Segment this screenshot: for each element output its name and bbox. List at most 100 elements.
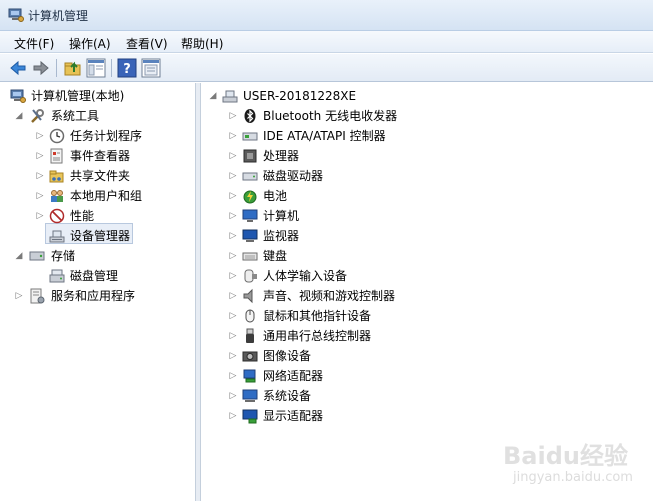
- tree-node-local-users[interactable]: ▷ 本地用户和组: [0, 186, 196, 206]
- storage-icon: [29, 251, 45, 261]
- tree-node-disk-management[interactable]: 磁盘管理: [0, 266, 196, 286]
- device-category-keyboards[interactable]: ▷ 键盘: [201, 246, 653, 266]
- device-category-monitors[interactable]: ▷ 监视器: [201, 226, 653, 246]
- navigation-tree-pane: 计算机管理(本地) ◢ 系统工具 ▷ 任务计划程序 ▷ 事件查看器 ▷ 共享文件…: [0, 83, 196, 501]
- device-manager-icon: [49, 230, 65, 243]
- collapsed-arrow-icon[interactable]: ▷: [228, 170, 238, 182]
- computer-management-icon: [8, 8, 24, 22]
- tools-icon: [31, 109, 44, 123]
- users-icon: [51, 190, 63, 202]
- collapsed-arrow-icon[interactable]: ▷: [228, 250, 238, 262]
- tree-label-performance: 性能: [70, 209, 95, 223]
- device-category-network[interactable]: ▷ 网络适配器: [201, 366, 653, 386]
- device-root-label: USER-20181228XE: [243, 89, 357, 103]
- device-category-label: 键盘: [263, 249, 288, 263]
- speaker-icon: [243, 288, 253, 304]
- device-category-label: 通用串行总线控制器: [263, 329, 372, 343]
- collapsed-arrow-icon[interactable]: ▷: [228, 350, 238, 362]
- usb-icon: [246, 328, 254, 343]
- device-category-label: 显示适配器: [263, 409, 324, 423]
- menu-view[interactable]: 查看(V): [126, 35, 168, 52]
- device-category-system[interactable]: ▷ 系统设备: [201, 386, 653, 406]
- disk-drive-icon: [242, 172, 258, 181]
- help-icon[interactable]: ?: [117, 58, 137, 78]
- shared-folder-icon: [49, 170, 64, 183]
- collapsed-arrow-icon[interactable]: ▷: [228, 330, 238, 342]
- show-hide-tree-icon[interactable]: [86, 58, 106, 78]
- collapsed-arrow-icon[interactable]: ▷: [35, 130, 45, 142]
- properties-icon[interactable]: [141, 58, 161, 78]
- collapsed-arrow-icon[interactable]: ▷: [228, 290, 238, 302]
- collapsed-arrow-icon[interactable]: ▷: [228, 310, 238, 322]
- computer-management-icon: [10, 89, 26, 103]
- watermark-url: jingyan.baidu.com: [513, 470, 633, 485]
- device-category-hid[interactable]: ▷ 人体学输入设备: [201, 266, 653, 286]
- tree-label-root: 计算机管理(本地): [31, 89, 125, 103]
- collapsed-arrow-icon[interactable]: ▷: [228, 270, 238, 282]
- expanded-arrow-icon[interactable]: ◢: [14, 110, 24, 122]
- collapsed-arrow-icon[interactable]: ▷: [228, 150, 238, 162]
- device-category-display[interactable]: ▷ 显示适配器: [201, 406, 653, 426]
- back-icon[interactable]: [8, 58, 28, 78]
- tree-label-task-scheduler: 任务计划程序: [70, 129, 143, 143]
- device-category-label: 系统设备: [263, 389, 312, 403]
- collapsed-arrow-icon[interactable]: ▷: [228, 370, 238, 382]
- device-category-battery[interactable]: ▷ 电池: [201, 186, 653, 206]
- tree-node-performance[interactable]: ▷ 性能: [0, 206, 196, 226]
- ide-controller-icon: [242, 132, 258, 141]
- tree-node-device-manager[interactable]: 设备管理器: [0, 226, 196, 246]
- menu-help[interactable]: 帮助(H): [181, 35, 223, 52]
- event-log-icon: [50, 148, 63, 164]
- tree-label-local-users: 本地用户和组: [70, 189, 143, 203]
- collapsed-arrow-icon[interactable]: ▷: [14, 290, 24, 302]
- collapsed-arrow-icon[interactable]: ▷: [228, 230, 238, 242]
- collapsed-arrow-icon[interactable]: ▷: [35, 150, 45, 162]
- mouse-icon: [245, 309, 255, 323]
- collapsed-arrow-icon[interactable]: ▷: [228, 110, 238, 122]
- collapsed-arrow-icon[interactable]: ▷: [35, 170, 45, 182]
- tree-node-shared-folders[interactable]: ▷ 共享文件夹: [0, 166, 196, 186]
- menu-bar: 文件(F) 操作(A) 查看(V) 帮助(H): [0, 31, 653, 53]
- toolbar-separator: [56, 59, 57, 77]
- device-category-processor[interactable]: ▷ 处理器: [201, 146, 653, 166]
- device-category-disk-drives[interactable]: ▷ 磁盘驱动器: [201, 166, 653, 186]
- tree-node-services[interactable]: ▷ 服务和应用程序: [0, 286, 196, 306]
- tree-node-root[interactable]: 计算机管理(本地): [0, 86, 196, 106]
- tree-node-storage[interactable]: ◢ 存储: [0, 246, 196, 266]
- monitor-icon: [242, 229, 258, 242]
- menu-file[interactable]: 文件(F): [14, 35, 54, 52]
- device-category-usb[interactable]: ▷ 通用串行总线控制器: [201, 326, 653, 346]
- device-category-sound[interactable]: ▷ 声音、视频和游戏控制器: [201, 286, 653, 306]
- tree-label-services: 服务和应用程序: [51, 289, 136, 303]
- toolbar: ?: [0, 54, 653, 82]
- menu-action[interactable]: 操作(A): [69, 35, 111, 52]
- device-root[interactable]: ◢ USER-20181228XE: [201, 86, 653, 106]
- expanded-arrow-icon[interactable]: ◢: [208, 90, 218, 102]
- forward-icon[interactable]: [31, 58, 51, 78]
- tree-node-task-scheduler[interactable]: ▷ 任务计划程序: [0, 126, 196, 146]
- device-category-mice[interactable]: ▷ 鼠标和其他指针设备: [201, 306, 653, 326]
- device-category-computer[interactable]: ▷ 计算机: [201, 206, 653, 226]
- collapsed-arrow-icon[interactable]: ▷: [35, 210, 45, 222]
- device-category-ide[interactable]: ▷ IDE ATA/ATAPI 控制器: [201, 126, 653, 146]
- device-category-imaging[interactable]: ▷ 图像设备: [201, 346, 653, 366]
- collapsed-arrow-icon[interactable]: ▷: [228, 210, 238, 222]
- tree-node-event-viewer[interactable]: ▷ 事件查看器: [0, 146, 196, 166]
- expanded-arrow-icon[interactable]: ◢: [14, 250, 24, 262]
- device-category-label: 监视器: [263, 229, 300, 243]
- collapsed-arrow-icon[interactable]: ▷: [228, 130, 238, 142]
- collapsed-arrow-icon[interactable]: ▷: [228, 410, 238, 422]
- collapsed-arrow-icon[interactable]: ▷: [35, 190, 45, 202]
- device-category-bluetooth[interactable]: ▷ Bluetooth 无线电收发器: [201, 106, 653, 126]
- collapsed-arrow-icon[interactable]: ▷: [228, 190, 238, 202]
- device-category-label: 磁盘驱动器: [263, 169, 324, 183]
- services-icon: [30, 288, 45, 304]
- tree-node-system-tools[interactable]: ◢ 系统工具: [0, 106, 196, 126]
- up-folder-icon[interactable]: [63, 58, 83, 78]
- baidu-watermark: Baidu经验 jingyan.baidu.com: [495, 436, 645, 496]
- tree-label-storage: 存储: [51, 249, 76, 263]
- device-category-label: 声音、视频和游戏控制器: [263, 289, 396, 303]
- collapsed-arrow-icon[interactable]: ▷: [228, 390, 238, 402]
- hid-icon: [244, 269, 257, 283]
- watermark-brand: Baidu经验: [503, 442, 628, 470]
